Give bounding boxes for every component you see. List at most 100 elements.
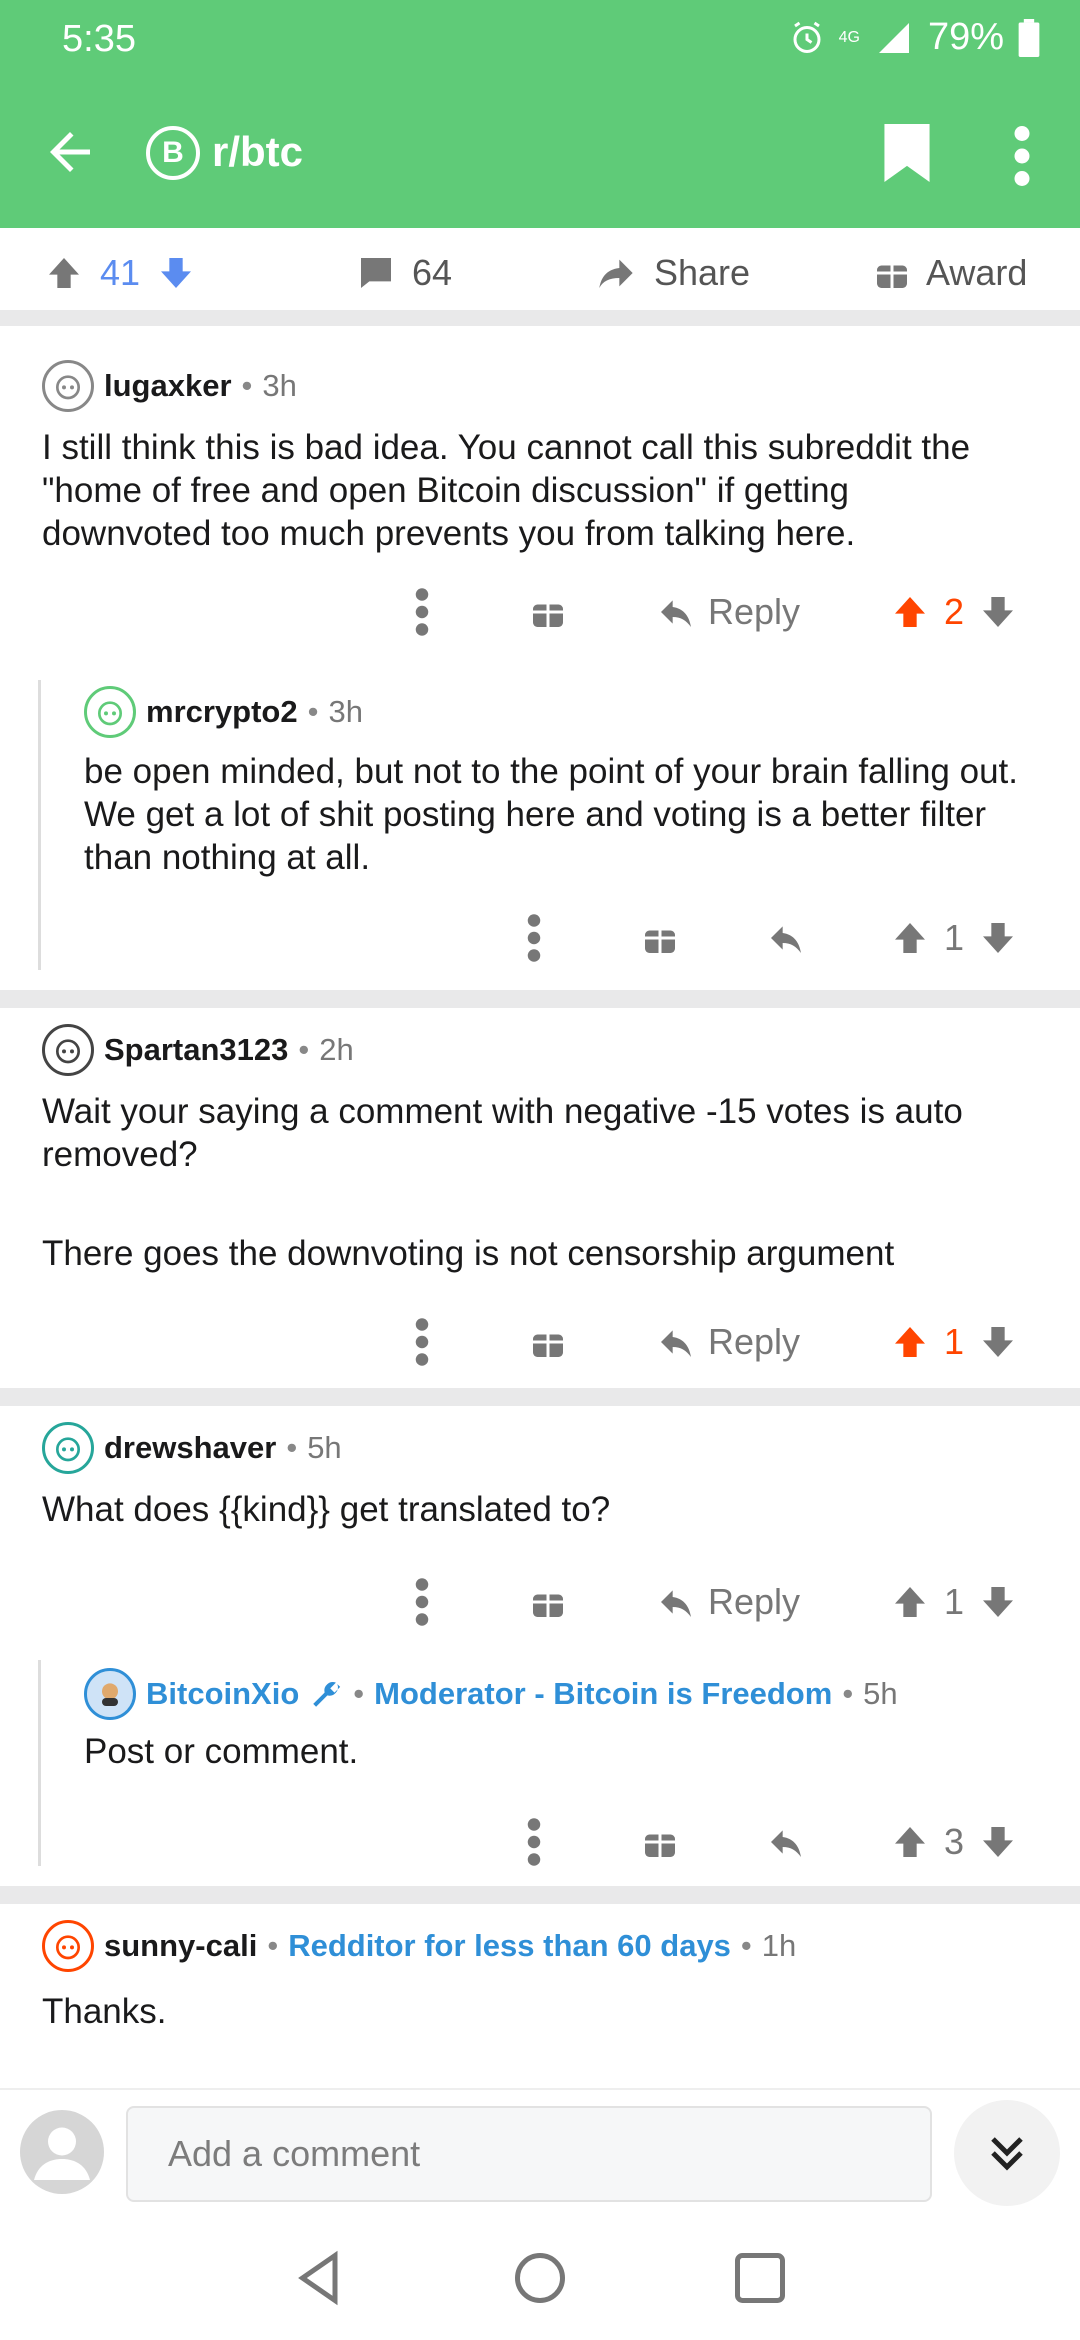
downvote-icon[interactable]	[978, 1582, 1018, 1622]
separator-dot: •	[353, 1676, 365, 1711]
comment-author[interactable]: lugaxker	[104, 368, 232, 404]
more-icon[interactable]	[524, 1812, 544, 1872]
back-triangle-icon[interactable]	[290, 2248, 350, 2308]
post-action-bar: 41 64 Share Award	[0, 228, 1080, 326]
reply-button[interactable]: Reply	[656, 1572, 800, 1632]
snoo-icon	[98, 701, 122, 726]
comment-body: Post or comment.	[84, 1732, 359, 1771]
separator-dot: •	[842, 1676, 854, 1711]
upvote-icon[interactable]	[890, 1322, 930, 1362]
upvote-icon[interactable]	[890, 592, 930, 632]
separator-dot: •	[241, 368, 253, 403]
comment-score: 1	[944, 1321, 965, 1362]
gift-icon[interactable]	[642, 908, 678, 968]
avatar[interactable]	[42, 360, 94, 412]
back-arrow-icon[interactable]	[40, 122, 100, 182]
moderator-wrench-icon	[313, 1682, 341, 1707]
avatar[interactable]	[84, 1668, 136, 1720]
comment-score: 1	[944, 917, 965, 958]
snoo-icon	[56, 1039, 80, 1064]
comment-count: 64	[412, 252, 453, 293]
comment-age: 3h	[328, 694, 363, 729]
separator-dot: •	[286, 1430, 298, 1465]
reply-label: Reply	[708, 591, 801, 632]
comment-body: What does {{kind}} get translated to?	[42, 1490, 611, 1529]
comment-author[interactable]: sunny-cali	[104, 1928, 257, 1964]
comment: Spartan3123 • 2h Wait your saying a comm…	[0, 1010, 1080, 1380]
comment-author[interactable]: drewshaver	[104, 1430, 276, 1466]
more-icon[interactable]	[524, 908, 544, 968]
comment: drewshaver • 5h What does {{kind}} get t…	[0, 1408, 1080, 1638]
upvote-icon[interactable]	[44, 253, 84, 293]
reply-label: Reply	[708, 1581, 801, 1622]
gift-icon[interactable]	[530, 1312, 566, 1372]
reply-icon	[661, 1330, 691, 1357]
gift-icon[interactable]	[530, 1572, 566, 1632]
reply-icon	[661, 1590, 691, 1617]
more-icon[interactable]	[412, 1572, 432, 1632]
comment-age: 3h	[262, 368, 297, 403]
post-score: 41	[100, 252, 141, 293]
comment-separator	[0, 990, 1080, 1008]
signal-icon	[878, 22, 909, 53]
subreddit-name[interactable]: r/btc	[212, 128, 303, 176]
share-button[interactable]: Share	[594, 252, 750, 294]
comment-body: be open minded, but not to the point of …	[84, 752, 1018, 877]
comment-separator	[0, 1886, 1080, 1904]
comment-author[interactable]: mrcrypto2	[146, 694, 298, 730]
reply-icon[interactable]	[766, 1812, 806, 1872]
comment-author[interactable]: BitcoinXio	[146, 1676, 299, 1712]
user-face-icon	[102, 1683, 118, 1706]
status-icons: 4G 79%	[789, 16, 1040, 59]
expand-button[interactable]	[954, 2100, 1060, 2206]
more-icon[interactable]	[412, 1312, 432, 1372]
downvote-icon[interactable]	[978, 592, 1018, 632]
comment-score: 3	[944, 1821, 965, 1862]
comment-meta: drewshaver • 5h	[42, 1422, 342, 1474]
battery-percent: 79%	[927, 16, 1004, 58]
comment-actions: 1	[0, 908, 1080, 968]
user-avatar[interactable]	[20, 2110, 104, 2194]
alarm-icon	[793, 21, 821, 53]
comment-age: 1h	[761, 1928, 797, 1963]
comment-body-line: There goes the downvoting is not censors…	[42, 1234, 895, 1273]
avatar[interactable]	[84, 686, 136, 738]
downvote-icon[interactable]	[978, 1322, 1018, 1362]
comment-meta: sunny-cali • Redditor for less than 60 d…	[42, 1920, 796, 1972]
comment-author[interactable]: Spartan3123	[104, 1032, 288, 1068]
downvote-icon[interactable]	[978, 1822, 1018, 1862]
add-comment-input[interactable]: Add a comment	[126, 2106, 932, 2202]
subreddit-icon[interactable]: B	[146, 126, 200, 180]
double-chevron-down-icon	[991, 2137, 1023, 2171]
vote-group: 1	[890, 908, 1018, 968]
reply-icon[interactable]	[766, 908, 806, 968]
home-circle-icon[interactable]	[510, 2248, 570, 2308]
avatar[interactable]	[42, 1920, 94, 1972]
gift-icon[interactable]	[642, 1812, 678, 1872]
gift-icon[interactable]	[530, 582, 566, 642]
downvote-icon[interactable]	[978, 918, 1018, 958]
more-icon[interactable]	[412, 582, 432, 642]
user-flair: Moderator - Bitcoin is Freedom	[374, 1676, 833, 1711]
reply-button[interactable]: Reply	[656, 582, 800, 642]
bookmark-icon[interactable]	[882, 124, 932, 182]
upvote-icon[interactable]	[890, 1822, 930, 1862]
vote-group: 1	[890, 1572, 1018, 1632]
more-options-icon[interactable]	[1010, 126, 1034, 186]
recents-square-icon[interactable]	[730, 2248, 790, 2308]
comment-actions: Reply 1	[0, 1572, 1080, 1632]
vote-group: 1	[890, 1312, 1018, 1372]
downvote-icon[interactable]	[156, 253, 196, 293]
share-icon	[599, 259, 633, 288]
avatar[interactable]	[42, 1024, 94, 1076]
comment-meta: lugaxker • 3h	[42, 360, 297, 412]
upvote-icon[interactable]	[890, 1582, 930, 1622]
share-label: Share	[654, 252, 751, 293]
upvote-icon[interactable]	[890, 918, 930, 958]
award-button[interactable]: Award	[874, 252, 1027, 294]
comments-button[interactable]: 64	[356, 252, 452, 294]
avatar[interactable]	[42, 1422, 94, 1474]
reply-icon	[661, 600, 691, 627]
comment-body-line: Wait your saying a comment with negative…	[42, 1092, 963, 1174]
reply-button[interactable]: Reply	[656, 1312, 800, 1372]
